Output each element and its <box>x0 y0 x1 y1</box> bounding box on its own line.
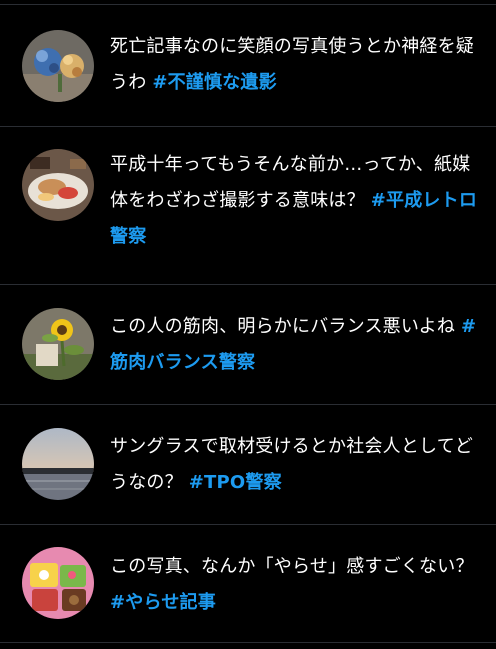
avatar-bento-box-photo[interactable] <box>22 547 94 619</box>
hashtag-link[interactable]: #やらせ記事 <box>110 592 216 613</box>
post-item[interactable]: 死亡記事なのに笑顔の写真使うとか神経を疑うわ #不謹慎な遺影 <box>0 4 496 126</box>
post-text: 平成十年ってもうそんな前か…ってか、紙媒体をわざわざ撮影する意味は？ #平成レト… <box>110 147 478 255</box>
post-body: サングラスで取材受けるとか社会人としてどうなの？ <box>110 436 474 493</box>
post-item[interactable]: この写真、なんか「やらせ」感すごくない？ #やらせ記事 <box>0 524 496 642</box>
hashtag-link[interactable]: #TPO警察 <box>189 472 282 493</box>
divider <box>0 642 496 643</box>
avatar-sunflower-photo[interactable] <box>22 308 94 380</box>
avatar-flower-bouquet-photo[interactable] <box>22 30 94 102</box>
post-body: この人の筋肉、明らかにバランス悪いよね <box>110 316 461 337</box>
avatar-food-platter-photo[interactable] <box>22 149 94 221</box>
post-feed: 死亡記事なのに笑顔の写真使うとか神経を疑うわ #不謹慎な遺影 平成十年ってもうそ… <box>0 0 496 649</box>
avatar-sunset-sea-photo[interactable] <box>22 428 94 500</box>
hashtag-link[interactable]: #不謹慎な遺影 <box>152 72 276 93</box>
post-text: サングラスで取材受けるとか社会人としてどうなの？ #TPO警察 <box>110 429 478 501</box>
post-text: この人の筋肉、明らかにバランス悪いよね #筋肉バランス警察 <box>110 309 478 381</box>
post-body: この写真、なんか「やらせ」感すごくない？ <box>110 556 474 577</box>
post-item[interactable]: 平成十年ってもうそんな前か…ってか、紙媒体をわざわざ撮影する意味は？ #平成レト… <box>0 126 496 284</box>
post-text: この写真、なんか「やらせ」感すごくない？ #やらせ記事 <box>110 549 478 621</box>
post-text: 死亡記事なのに笑顔の写真使うとか神経を疑うわ #不謹慎な遺影 <box>110 29 478 101</box>
post-item[interactable]: この人の筋肉、明らかにバランス悪いよね #筋肉バランス警察 <box>0 284 496 404</box>
post-item[interactable]: サングラスで取材受けるとか社会人としてどうなの？ #TPO警察 <box>0 404 496 524</box>
